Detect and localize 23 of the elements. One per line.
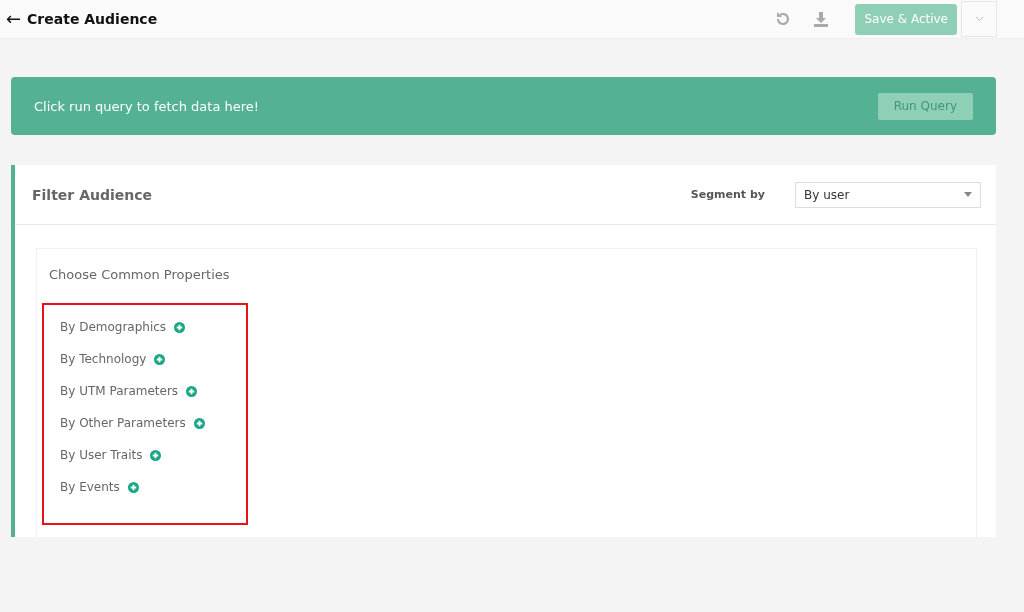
filter-title: Filter Audience [32,186,153,203]
property-label: By Demographics [60,320,167,334]
caret-icon [964,192,972,197]
back-button[interactable]: ← [6,10,22,28]
add-icon[interactable] [154,353,166,365]
chevron-down-icon [974,16,984,22]
segment-label: Segment by [690,188,765,201]
banner-message: Click run query to fetch data here! [34,98,260,114]
refresh-icon[interactable] [775,11,792,27]
add-icon[interactable] [150,449,162,461]
property-label: By Other Parameters [60,416,186,430]
add-icon[interactable] [193,417,205,429]
segment-select[interactable]: By user [795,181,981,208]
property-label: By User Traits [60,448,143,462]
property-label: By Technology [60,352,147,366]
property-label: By Events [60,480,120,494]
add-icon[interactable] [127,481,139,493]
page-title: Create Audience [27,11,159,27]
download-icon[interactable] [813,11,830,27]
add-icon[interactable] [174,321,186,333]
properties-title: Choose Common Properties [49,267,231,282]
property-label: By UTM Parameters [60,384,179,398]
add-icon[interactable] [186,385,198,397]
